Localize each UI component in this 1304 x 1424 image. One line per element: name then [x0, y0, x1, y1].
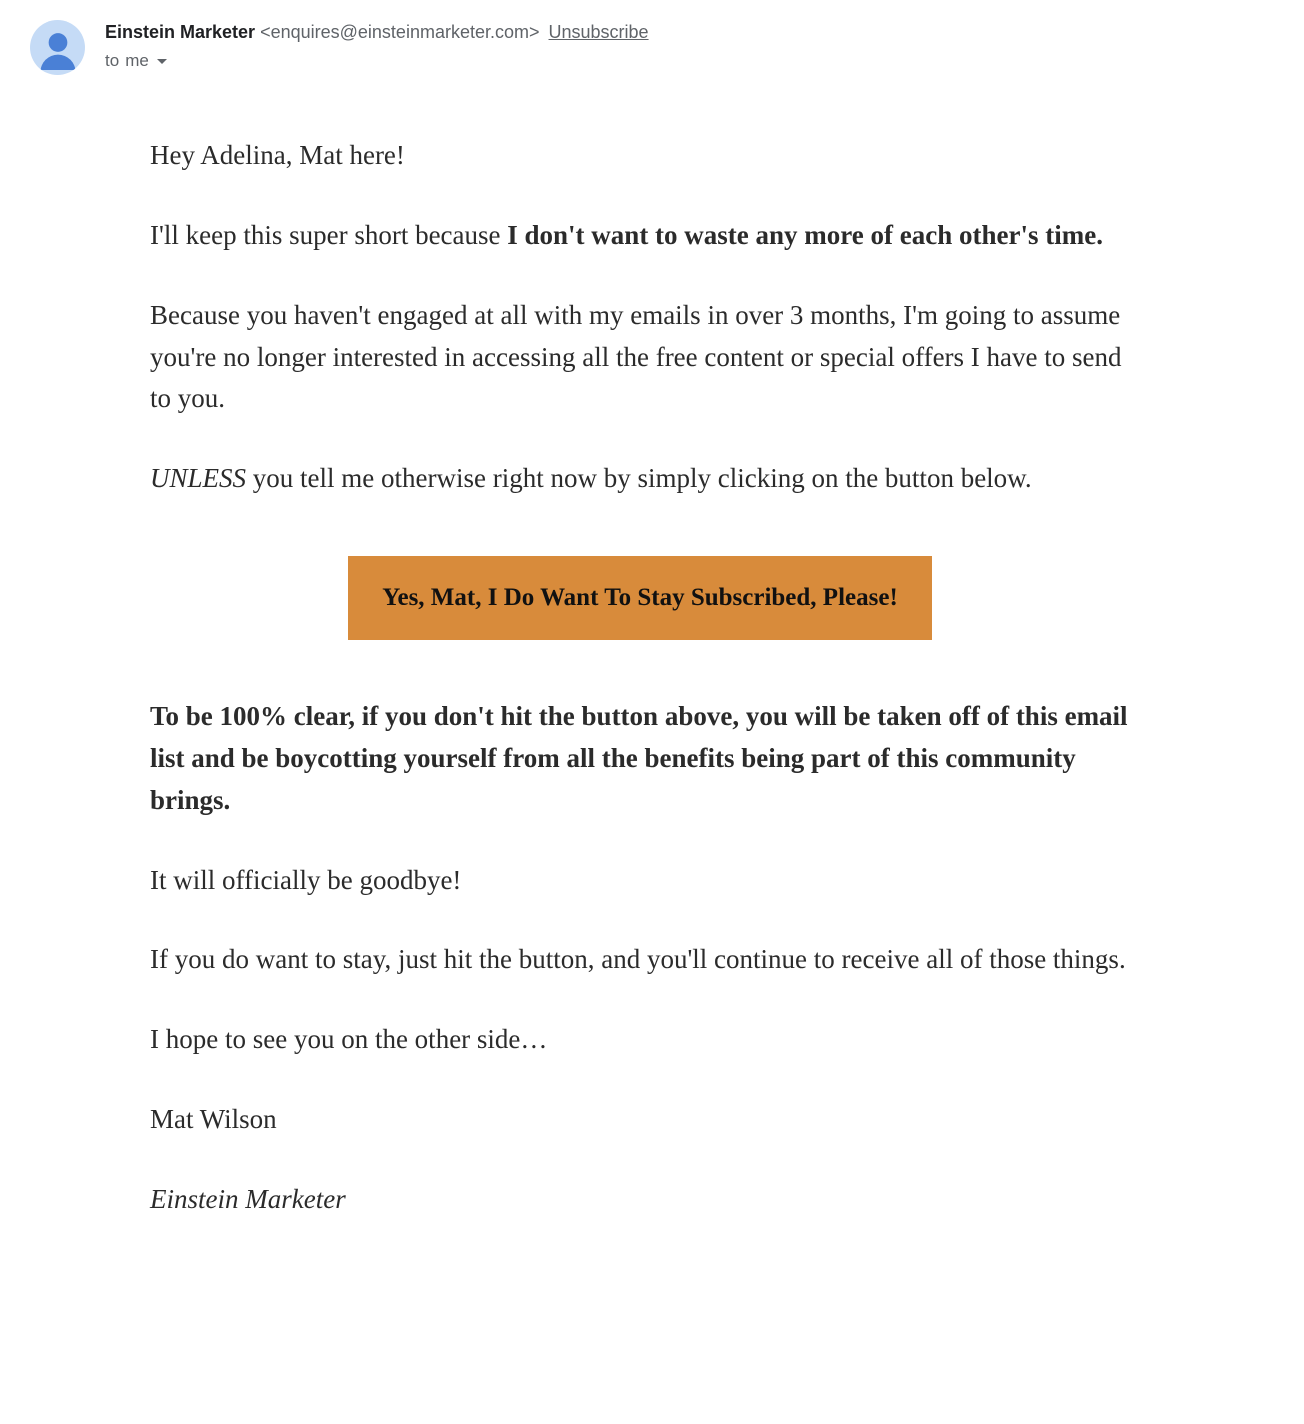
avatar	[30, 20, 85, 75]
sender-email: <enquires@einsteinmarketer.com>	[260, 22, 539, 42]
greeting: Hey Adelina, Mat here!	[150, 135, 1130, 177]
chevron-down-icon	[157, 59, 167, 64]
signature-company: Einstein Marketer	[150, 1179, 1130, 1221]
stay-subscribed-button[interactable]: Yes, Mat, I Do Want To Stay Subscribed, …	[348, 556, 932, 640]
intro-text-a: I'll keep this super short because	[150, 220, 507, 250]
intro-paragraph: I'll keep this super short because I don…	[150, 215, 1130, 257]
unless-rest: you tell me otherwise right now by simpl…	[246, 463, 1032, 493]
signature-name: Mat Wilson	[150, 1099, 1130, 1141]
goodbye-line: It will officially be goodbye!	[150, 860, 1130, 902]
unsubscribe-link[interactable]: Unsubscribe	[549, 22, 649, 42]
unless-paragraph: UNLESS you tell me otherwise right now b…	[150, 458, 1130, 500]
hope-line: I hope to see you on the other side…	[150, 1019, 1130, 1061]
sender-name: Einstein Marketer	[105, 22, 255, 42]
email-body: Hey Adelina, Mat here! I'll keep this su…	[150, 135, 1130, 1221]
sender-line: Einstein Marketer <enquires@einsteinmark…	[105, 22, 649, 43]
reason-paragraph: Because you haven't engaged at all with …	[150, 295, 1130, 421]
unless-word: UNLESS	[150, 463, 246, 493]
to-recipient: me	[125, 51, 149, 71]
intro-text-b: I don't want to waste any more of each o…	[507, 220, 1103, 250]
stay-paragraph: If you do want to stay, just hit the but…	[150, 939, 1130, 981]
email-header: Einstein Marketer <enquires@einsteinmark…	[30, 20, 1274, 75]
warning-paragraph: To be 100% clear, if you don't hit the b…	[150, 696, 1130, 822]
to-prefix: to	[105, 51, 119, 71]
person-icon	[36, 26, 80, 70]
recipient-dropdown[interactable]: to me	[105, 51, 649, 71]
